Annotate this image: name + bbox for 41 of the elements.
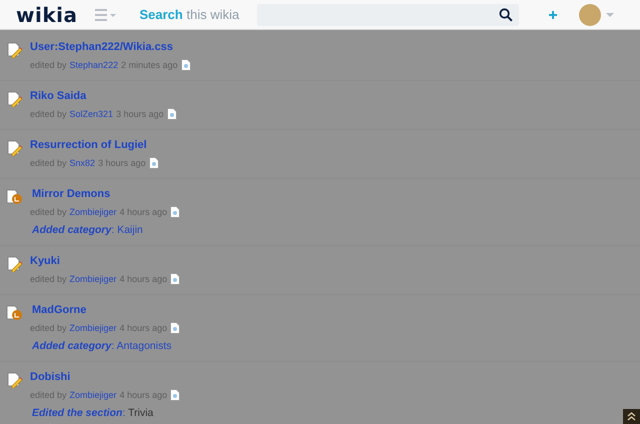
- page-category-icon: [6, 305, 22, 321]
- user-link[interactable]: Zombiejiger: [70, 390, 117, 400]
- page-title-link[interactable]: Kyuki: [30, 255, 180, 267]
- diff-page-icon[interactable]: [148, 157, 159, 169]
- page-pencil-icon: [6, 256, 22, 272]
- change-summary: Edited the section: Trivia: [32, 407, 154, 419]
- page-pencil-icon: [6, 91, 22, 107]
- wiki-logo[interactable]: wikia: [16, 2, 78, 26]
- user-link[interactable]: Stephan222: [70, 60, 118, 70]
- back-to-top-button[interactable]: [623, 409, 640, 424]
- user-link[interactable]: Zombiejiger: [70, 323, 117, 333]
- diff-page-icon[interactable]: [180, 59, 191, 71]
- user-link[interactable]: Zombiejiger: [70, 207, 117, 217]
- page-title-link[interactable]: MadGorne: [32, 304, 180, 316]
- page-title-link[interactable]: Mirror Demons: [32, 188, 180, 200]
- double-chevron-up-icon: [627, 412, 636, 421]
- page-pencil-icon: [6, 42, 22, 58]
- page-title-link[interactable]: Dobishi: [30, 371, 180, 383]
- user-link[interactable]: SolZen321: [70, 109, 114, 119]
- caret-icon[interactable]: [605, 12, 616, 18]
- change-summary: Added category: Antagonists: [32, 340, 172, 352]
- diff-page-icon[interactable]: [170, 206, 180, 218]
- user-link[interactable]: Zombiejiger: [70, 274, 117, 284]
- diff-page-icon[interactable]: [170, 322, 180, 334]
- diff-page-icon[interactable]: [170, 389, 180, 401]
- page-title-link[interactable]: User:Stephan222/Wikia.css: [30, 41, 191, 53]
- search-icon[interactable]: [499, 8, 514, 22]
- page-category-icon: [6, 189, 22, 205]
- diff-page-icon[interactable]: [170, 273, 180, 285]
- add-icon[interactable]: [547, 8, 560, 20]
- avatar-icon[interactable]: [579, 4, 602, 26]
- page-title-link[interactable]: Riko Saida: [30, 90, 177, 102]
- diff-page-icon[interactable]: [166, 108, 177, 120]
- menu-icon[interactable]: [95, 8, 118, 20]
- page-title-link[interactable]: Resurrection of Lugiel: [30, 139, 159, 151]
- page-pencil-icon: [6, 372, 22, 388]
- page-pencil-icon: [6, 140, 22, 156]
- change-summary: Added category: Kaijin: [32, 224, 144, 236]
- search-label: Search this wikia: [139, 7, 240, 22]
- user-link[interactable]: Snx82: [70, 158, 96, 168]
- search-field[interactable]: [257, 4, 520, 26]
